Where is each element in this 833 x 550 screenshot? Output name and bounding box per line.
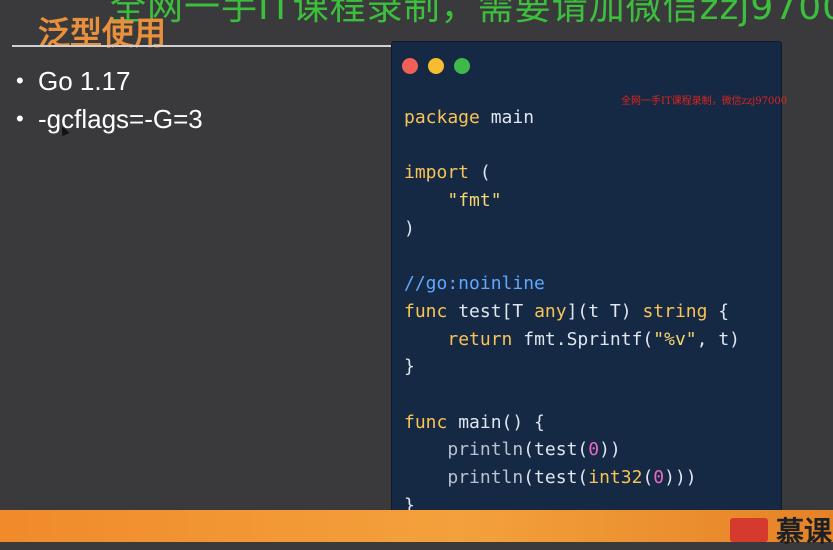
code-line: import ( bbox=[404, 162, 491, 184]
code-line: println(test(0)) bbox=[447, 439, 621, 461]
code-block: package main import ( "fmt" ) //go:noinl… bbox=[404, 104, 740, 520]
code-line: println(test(int32(0))) bbox=[447, 467, 697, 489]
code-line: func main() { bbox=[404, 411, 545, 433]
code-line: "fmt" bbox=[447, 190, 502, 212]
close-dot-icon[interactable] bbox=[402, 58, 418, 74]
window-controls bbox=[402, 58, 470, 74]
code-line: //go:noinline bbox=[404, 273, 545, 295]
code-line: return fmt.Sprintf("%v", t) bbox=[447, 328, 740, 350]
code-window: 全网一手IT课程录制，微信zzj97000 package main impor… bbox=[392, 42, 787, 530]
watermark-text: 全网一手IT课程录制，需要请加微信zzj97000 bbox=[110, 0, 833, 28]
bullet-text: Go 1.17 bbox=[38, 66, 131, 96]
title-divider bbox=[12, 45, 392, 47]
slide-title: 泛型使用 bbox=[38, 14, 167, 52]
brand-logo-icon bbox=[730, 518, 768, 542]
footer-bar bbox=[0, 510, 833, 542]
zoom-dot-icon[interactable] bbox=[454, 58, 470, 74]
bullet-item: • -gcflags=-G=3 bbox=[16, 100, 203, 138]
code-line: func test[T any](t T) string { bbox=[404, 300, 730, 322]
bullet-dot: • bbox=[16, 106, 24, 131]
minimize-dot-icon[interactable] bbox=[428, 58, 444, 74]
code-line: } bbox=[404, 356, 415, 378]
bullet-dot: • bbox=[16, 68, 24, 93]
code-line: package main bbox=[404, 107, 535, 128]
code-line: ) bbox=[404, 217, 415, 239]
bullet-list: • Go 1.17 • -gcflags=-G=3 bbox=[16, 62, 203, 138]
brand-text: 慕课 bbox=[776, 515, 833, 548]
bullet-item: • Go 1.17 bbox=[16, 62, 203, 100]
